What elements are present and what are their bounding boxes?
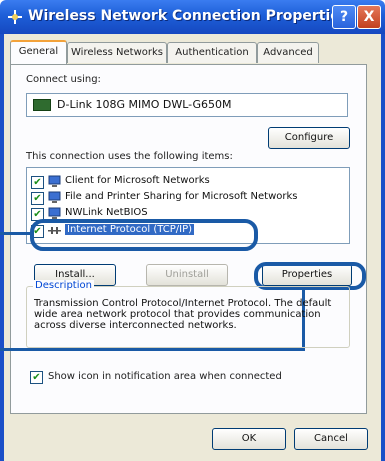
- adapter-name: D-Link 108G MIMO DWL-G650M: [57, 98, 232, 111]
- help-button[interactable]: ?: [332, 5, 356, 29]
- checkbox[interactable]: ✔: [31, 176, 44, 189]
- title-bar[interactable]: Wireless Network Connection Properties ?…: [0, 0, 385, 34]
- checkbox[interactable]: ✔: [31, 192, 44, 205]
- tab-advanced[interactable]: Advanced: [257, 42, 319, 63]
- item-label: File and Printer Sharing for Microsoft N…: [65, 191, 298, 202]
- ok-button[interactable]: OK: [212, 428, 286, 450]
- tab-general[interactable]: General: [10, 40, 67, 65]
- network-adapter-icon: [33, 99, 51, 111]
- list-item-client[interactable]: ✔ Client for Microsoft Networks: [31, 174, 341, 190]
- network-connection-icon: [8, 10, 22, 24]
- window-frame-right: [381, 34, 385, 461]
- uninstall-button: Uninstall: [146, 264, 228, 286]
- configure-button[interactable]: Configure: [268, 127, 350, 149]
- callout-line: [0, 348, 305, 351]
- tcpip-highlight-ring: [30, 219, 258, 251]
- item-label: NWLink NetBIOS: [65, 207, 148, 218]
- list-item-file-sharing[interactable]: ✔ File and Printer Sharing for Microsoft…: [31, 190, 341, 206]
- items-label: This connection uses the following items…: [26, 151, 233, 162]
- close-button[interactable]: X: [357, 5, 381, 29]
- client-computer-icon: [48, 175, 61, 187]
- show-icon-checkbox[interactable]: ✔: [30, 371, 43, 384]
- item-label: Client for Microsoft Networks: [65, 175, 210, 186]
- window-title: Wireless Network Connection Properties: [28, 8, 349, 24]
- tab-wireless-networks[interactable]: Wireless Networks: [67, 42, 167, 63]
- description-title: Description: [33, 280, 94, 291]
- cancel-button[interactable]: Cancel: [294, 428, 368, 450]
- properties-window: Wireless Network Connection Properties ?…: [0, 0, 385, 461]
- description-text: Transmission Control Protocol/Internet P…: [34, 298, 332, 331]
- printer-sharing-icon: [48, 191, 61, 203]
- adapter-field: D-Link 108G MIMO DWL-G650M: [26, 93, 348, 117]
- connect-using-label: Connect using:: [26, 74, 101, 85]
- show-icon-label: Show icon in notification area when conn…: [48, 371, 282, 382]
- callout-line: [0, 232, 30, 235]
- tab-authentication[interactable]: Authentication: [167, 42, 257, 63]
